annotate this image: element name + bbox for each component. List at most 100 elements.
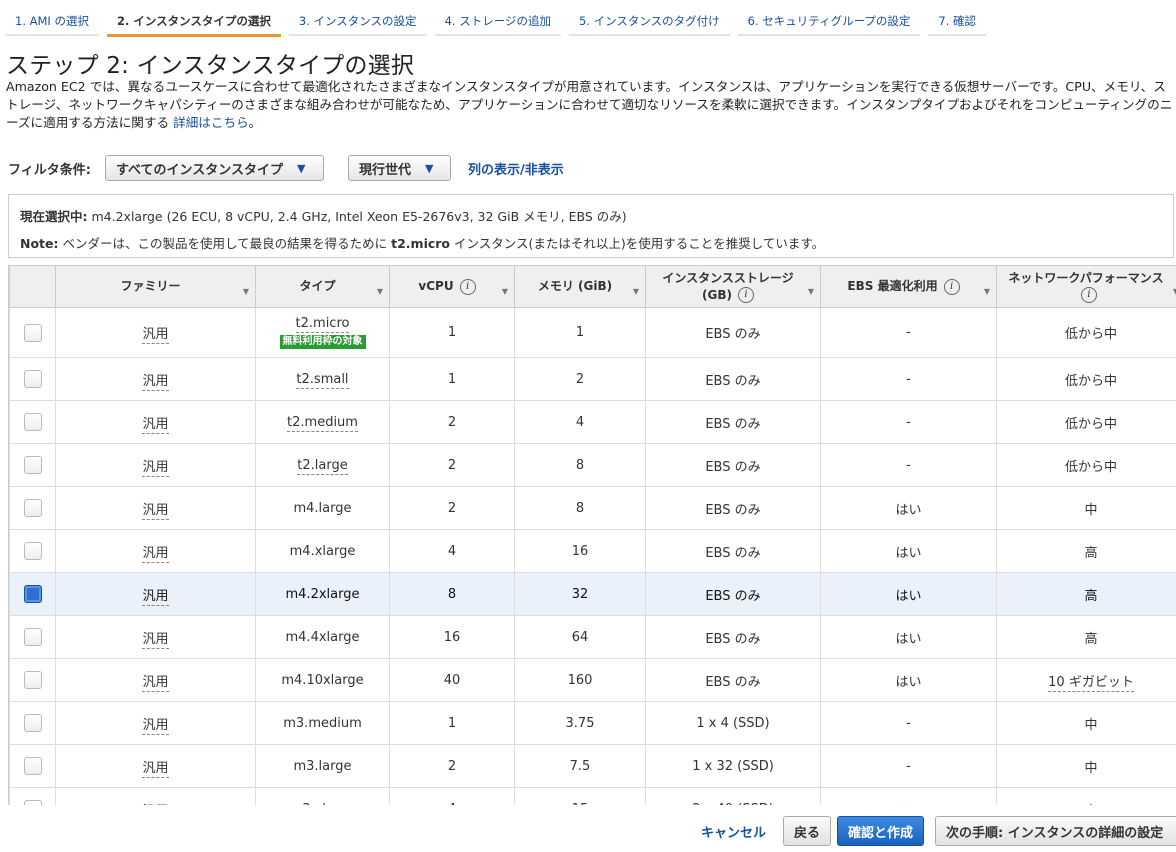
- cell-memory: 8: [514, 486, 646, 530]
- show-hide-columns-link[interactable]: 列の表示/非表示: [468, 159, 564, 178]
- row-checkbox[interactable]: [23, 800, 42, 805]
- table-row[interactable]: 汎用 m3.xlarge 4 15 2 x 40 (SSD) はい 高: [9, 787, 1176, 805]
- table-row[interactable]: 汎用 t2.large 2 8 EBS のみ - 低から中: [9, 443, 1176, 487]
- info-icon[interactable]: i: [459, 278, 476, 295]
- header-memory[interactable]: メモリ (GiB) ▼: [514, 265, 646, 308]
- family-value: 汎用: [142, 760, 169, 778]
- step-tab-ami[interactable]: 1. AMI の選択: [5, 0, 99, 36]
- filter-row: フィルタ条件: すべてのインスタンスタイプ ▼ 現行世代 ▼ 列の表示/非表示: [8, 153, 564, 183]
- cell-memory: 8: [514, 443, 646, 487]
- wizard-steps: 1. AMI の選択 2. インスタンスタイプの選択 3. インスタンスの設定 …: [5, 0, 994, 37]
- row-checkbox[interactable]: [23, 714, 42, 732]
- header-family-label: ファミリー: [120, 279, 181, 293]
- table-row[interactable]: 汎用 t2.medium 2 4 EBS のみ - 低から中: [9, 400, 1176, 444]
- table-row[interactable]: 汎用 t2.micro 無料利用枠の対象 1 1 EBS のみ - 低から中: [9, 307, 1176, 358]
- header-storage[interactable]: インスタンスストレージ(GB) i ▼: [645, 265, 821, 308]
- row-checkbox[interactable]: [23, 456, 42, 474]
- cell-ebs: -: [820, 400, 997, 444]
- table-row[interactable]: 汎用 m4.4xlarge 16 64 EBS のみ はい 高: [9, 615, 1176, 659]
- cell-family: 汎用: [55, 615, 256, 659]
- cell-family: 汎用: [55, 787, 256, 805]
- step-tab-security-group[interactable]: 6. セキュリティグループの設定: [737, 0, 921, 36]
- cell-type: m3.large: [255, 744, 390, 788]
- row-checkbox[interactable]: [23, 757, 42, 775]
- cell-type: m4.large: [255, 486, 390, 530]
- info-icon[interactable]: i: [737, 287, 754, 303]
- cancel-button[interactable]: キャンセル: [701, 822, 766, 841]
- cell-vcpu: 1: [389, 357, 515, 401]
- header-network[interactable]: ネットワークパフォーマンスi▼: [996, 265, 1176, 308]
- row-checkbox[interactable]: [23, 323, 42, 342]
- table-header-row: ファミリー ▼ タイプ ▼ vCPU i ▼ メモリ (GiB) ▼ インスタンスストレー…: [9, 265, 1176, 308]
- generation-filter-select[interactable]: 現行世代 ▼: [347, 155, 451, 181]
- family-value: 汎用: [142, 502, 169, 520]
- info-icon[interactable]: i: [943, 278, 960, 295]
- cell-vcpu: 16: [389, 615, 515, 659]
- header-family[interactable]: ファミリー ▼: [55, 265, 256, 308]
- step-tab-tags[interactable]: 5. インスタンスのタグ付け: [568, 0, 730, 36]
- cell-family: 汎用: [55, 357, 256, 401]
- cell-network: 高: [996, 615, 1176, 659]
- row-select-cell: [9, 658, 56, 702]
- row-select-cell: [9, 529, 56, 573]
- row-checkbox-checked[interactable]: [23, 585, 42, 603]
- cell-type: t2.small: [255, 357, 390, 401]
- header-type[interactable]: タイプ ▼: [255, 265, 390, 308]
- row-checkbox[interactable]: [23, 542, 42, 560]
- chevron-down-icon: ▼: [424, 161, 434, 175]
- row-checkbox[interactable]: [23, 499, 42, 517]
- next-configure-instance-button[interactable]: 次の手順: インスタンスの詳細の設定: [935, 816, 1176, 846]
- cell-type: t2.medium: [255, 400, 390, 444]
- table-row[interactable]: 汎用 t2.small 1 2 EBS のみ - 低から中: [9, 357, 1176, 401]
- row-select-cell: [9, 701, 56, 745]
- row-checkbox[interactable]: [23, 413, 42, 431]
- header-select: [9, 265, 56, 308]
- header-ebs-optimized[interactable]: EBS 最適化利用 i ▼: [820, 265, 997, 308]
- row-select-cell: [9, 572, 56, 616]
- details-link[interactable]: 詳細はこちら: [173, 115, 249, 130]
- info-icon[interactable]: i: [1081, 287, 1097, 303]
- note-text: ベンダーは、この製品を使用して最良の結果を得るために: [62, 236, 388, 251]
- row-checkbox[interactable]: [23, 370, 42, 388]
- row-select-cell: [9, 615, 56, 659]
- table-row[interactable]: 汎用 m3.large 2 7.5 1 x 32 (SSD) - 中: [9, 744, 1176, 788]
- cell-memory: 32: [514, 572, 646, 616]
- cell-vcpu: 40: [389, 658, 515, 702]
- step-tab-storage[interactable]: 4. ストレージの追加: [434, 0, 561, 36]
- cell-storage: EBS のみ: [645, 658, 821, 702]
- back-button[interactable]: 戻る: [783, 816, 832, 846]
- cell-vcpu: 1: [389, 307, 515, 358]
- cell-type: m4.10xlarge: [255, 658, 390, 702]
- row-checkbox[interactable]: [23, 671, 42, 689]
- cell-network: 低から中: [996, 357, 1176, 401]
- type-value: t2.large: [297, 457, 348, 475]
- cell-ebs: -: [820, 443, 997, 487]
- current-selection-value: m4.2xlarge (26 ECU, 8 vCPU, 2.4 GHz, Int…: [91, 209, 627, 224]
- cell-network: 高: [996, 529, 1176, 573]
- cell-vcpu: 2: [389, 486, 515, 530]
- cell-type: m4.4xlarge: [255, 615, 390, 659]
- table-row-selected[interactable]: 汎用 m4.2xlarge 8 32 EBS のみ はい 高: [9, 572, 1176, 616]
- header-vcpu[interactable]: vCPU i ▼: [389, 265, 515, 308]
- step-tab-instance-config[interactable]: 3. インスタンスの設定: [288, 0, 427, 36]
- row-checkbox[interactable]: [23, 628, 42, 646]
- instance-type-filter-select[interactable]: すべてのインスタンスタイプ ▼: [104, 155, 324, 181]
- cell-memory: 3.75: [514, 701, 646, 745]
- step-tab-instance-type[interactable]: 2. インスタンスタイプの選択: [106, 0, 281, 37]
- table-row[interactable]: 汎用 m4.large 2 8 EBS のみ はい 中: [9, 486, 1176, 530]
- cell-storage: EBS のみ: [645, 615, 821, 659]
- table-row[interactable]: 汎用 m4.10xlarge 40 160 EBS のみ はい 10 ギガビット: [9, 658, 1176, 702]
- cell-ebs: はい: [820, 529, 997, 573]
- cell-ebs: はい: [820, 787, 997, 805]
- instance-type-table-container[interactable]: ファミリー ▼ タイプ ▼ vCPU i ▼ メモリ (GiB) ▼ インスタンスストレー…: [8, 265, 1176, 805]
- table-row[interactable]: 汎用 m3.medium 1 3.75 1 x 4 (SSD) - 中: [9, 701, 1176, 745]
- review-and-launch-button[interactable]: 確認と作成: [837, 816, 925, 846]
- row-select-cell: [9, 443, 56, 487]
- table-row[interactable]: 汎用 m4.xlarge 4 16 EBS のみ はい 高: [9, 529, 1176, 573]
- header-type-label: タイプ: [299, 279, 336, 293]
- cell-memory: 16: [514, 529, 646, 573]
- row-select-cell: [9, 357, 56, 401]
- current-selection: 現在選択中: m4.2xlarge (26 ECU, 8 vCPU, 2.4 G…: [20, 206, 627, 225]
- step-tab-review[interactable]: 7. 確認: [928, 0, 987, 36]
- cell-memory: 1: [514, 307, 646, 358]
